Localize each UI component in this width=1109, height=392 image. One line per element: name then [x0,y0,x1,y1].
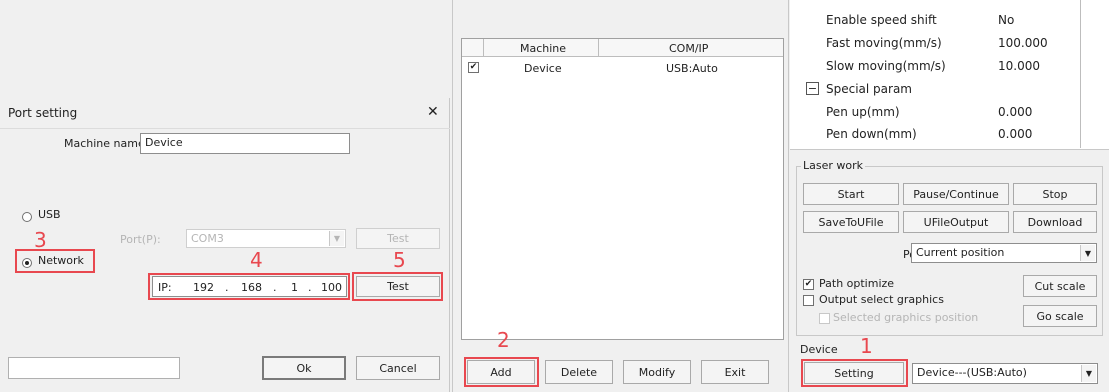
property-name: Pen up(mm) [826,105,900,119]
chevron-down-icon: ▼ [1081,365,1096,382]
close-icon[interactable]: ✕ [427,104,439,120]
ok-button[interactable]: Ok [262,356,346,380]
save-to-ufile-button[interactable]: SaveToUFile [803,211,899,233]
title-divider [0,128,450,129]
row-machine: Device [524,62,562,75]
column-com-ip[interactable]: COM/IP [669,42,708,55]
group-name: Special param [826,82,912,96]
row-checkbox[interactable]: ✔ [468,62,479,73]
highlight-test [352,272,443,301]
device-group: Device 1 Setting Device---(USB:Auto) ▼ [796,334,1103,390]
usb-test-button[interactable]: Test [356,228,440,249]
port-value: COM3 [191,232,224,245]
device-select[interactable]: Device---(USB:Auto) ▼ [912,363,1098,384]
start-button[interactable]: Start [803,183,899,205]
row-com-ip: USB:Auto [666,62,718,75]
annotation-3: 3 [34,228,47,252]
collapse-icon[interactable]: − [806,82,819,95]
property-value: No [998,13,1015,27]
output-select-checkbox[interactable] [803,295,814,306]
device-list-panel: Machine COM/IP ✔ Device USB:Auto 2 Add D… [452,0,789,392]
laser-work-group: Laser work Start Pause/Continue Stop Sav… [796,159,1103,336]
highlight-setting [801,359,908,387]
progress-bar [8,357,180,379]
go-scale-button[interactable]: Go scale [1023,305,1097,327]
ufile-output-button[interactable]: UFileOutput [903,211,1009,233]
annotation-4: 4 [250,248,263,272]
highlight-ip [148,273,350,300]
properties-panel: Enable speed shift No Fast moving(mm/s) … [790,0,1109,150]
property-value: 0.000 [998,105,1033,119]
column-divider [598,39,599,57]
property-name: Pen down(mm) [826,127,917,141]
stop-button[interactable]: Stop [1013,183,1097,205]
port-combo[interactable]: COM3 ▼ [186,229,346,248]
device-title: Device [800,343,838,356]
scrollbar[interactable] [1080,0,1081,148]
machine-name-label: Machine name: [64,137,149,150]
machine-name-input[interactable]: Device [140,133,350,154]
dialog-title: Port setting [8,106,78,120]
annotation-2: 2 [497,328,510,352]
annotation-5: 5 [393,248,406,272]
list-header: Machine COM/IP [462,39,783,57]
port-setting-dialog: Port setting ✕ Machine name: Device USB … [0,98,450,392]
property-row[interactable]: Pen down(mm) 0.000 [790,124,1109,144]
property-value: 10.000 [998,59,1040,73]
selected-graphics-label: Selected graphics position [833,311,979,324]
property-name: Fast moving(mm/s) [826,36,942,50]
delete-button[interactable]: Delete [545,360,613,384]
path-optimize-checkbox[interactable]: ✔ [803,279,814,290]
property-row[interactable]: Enable speed shift No [790,10,1109,30]
chevron-down-icon: ▼ [1080,245,1095,261]
table-row[interactable]: ✔ Device USB:Auto [462,59,783,77]
usb-label: USB [38,208,61,221]
property-value: 100.000 [998,36,1048,50]
annotation-1: 1 [860,334,873,358]
cut-scale-button[interactable]: Cut scale [1023,275,1097,297]
chevron-down-icon: ▼ [329,231,344,246]
usb-radio[interactable] [22,212,32,222]
property-row[interactable]: Pen up(mm) 0.000 [790,102,1109,122]
position-select[interactable]: Current position ▼ [911,243,1097,263]
property-name: Slow moving(mm/s) [826,59,946,73]
laser-work-title: Laser work [801,159,866,172]
highlight-network [15,249,95,273]
pause-continue-button[interactable]: Pause/Continue [903,183,1009,205]
modify-button[interactable]: Modify [623,360,691,384]
property-row[interactable]: Fast moving(mm/s) 100.000 [790,33,1109,53]
position-value: Current position [916,246,1005,259]
output-select-label: Output select graphics [819,293,944,306]
port-label: Port(P): [120,233,161,246]
property-row[interactable]: Slow moving(mm/s) 10.000 [790,56,1109,76]
property-name: Enable speed shift [826,13,937,27]
cancel-button[interactable]: Cancel [356,356,440,380]
header-check-col [462,39,484,57]
property-group[interactable]: − Special param [790,79,1109,99]
device-value: Device---(USB:Auto) [917,366,1027,379]
path-optimize-label: Path optimize [819,277,895,290]
exit-button[interactable]: Exit [701,360,769,384]
download-button[interactable]: Download [1013,211,1097,233]
highlight-add [464,357,539,387]
selected-graphics-checkbox[interactable] [819,313,830,324]
device-list: Machine COM/IP ✔ Device USB:Auto [461,38,784,340]
property-value: 0.000 [998,127,1033,141]
column-machine[interactable]: Machine [520,42,566,55]
